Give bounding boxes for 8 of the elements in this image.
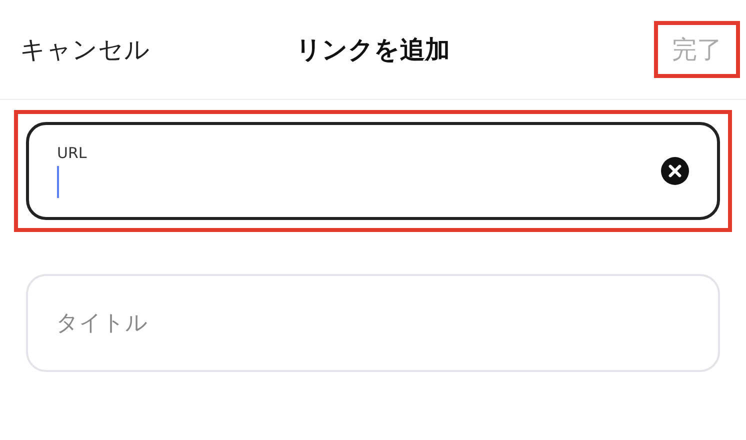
text-cursor	[57, 166, 59, 198]
field-label: URL	[57, 144, 88, 162]
cancel-button[interactable]: キャンセル	[20, 33, 150, 66]
screen-title: リンクを追加	[296, 34, 450, 66]
input-field[interactable]: タイトル	[26, 274, 720, 372]
field-placeholder: タイトル	[56, 310, 149, 338]
clear-icon[interactable]	[661, 157, 689, 185]
input-field[interactable]: URL	[26, 122, 720, 220]
